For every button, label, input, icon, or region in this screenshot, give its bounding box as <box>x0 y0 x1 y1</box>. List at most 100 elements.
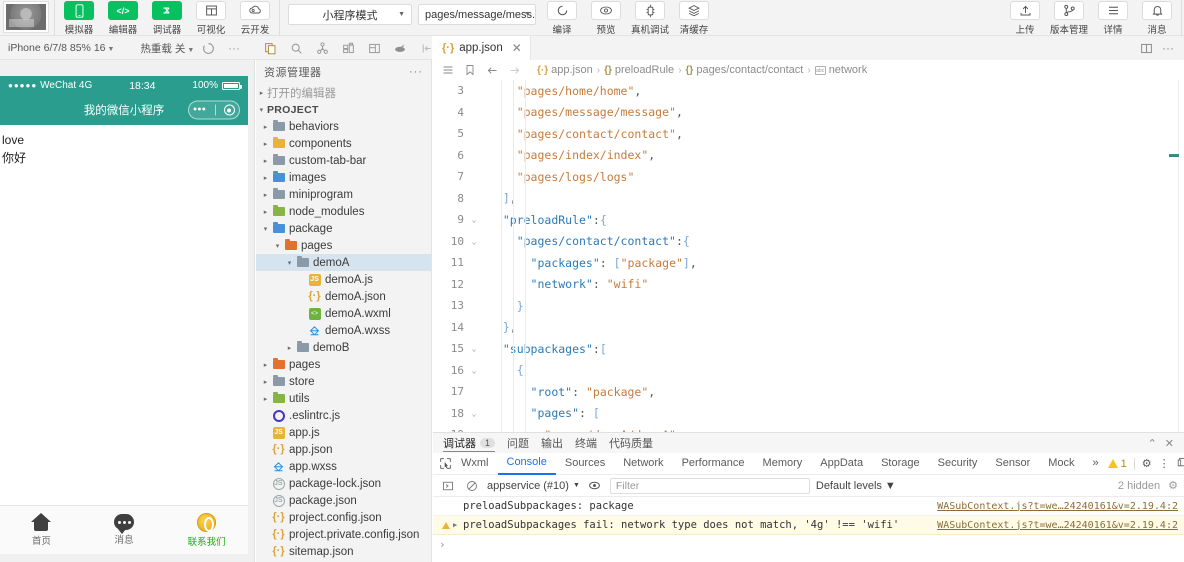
close-icon[interactable]: ✕ <box>512 41 522 55</box>
tree-item-app-json[interactable]: ▸{·}app.json <box>256 441 431 458</box>
debugger-tab-输出[interactable]: 输出 <box>541 435 563 451</box>
tree-item-demoA-wxss[interactable]: ▸⎒demoA.wxss <box>256 322 431 339</box>
tree-item-pages[interactable]: ▸ pages <box>256 356 431 373</box>
code-line[interactable]: 18 ⌄ "pages": [ <box>433 403 1184 425</box>
copy-icon[interactable] <box>258 37 282 59</box>
tree-item-pages[interactable]: ▾ pages <box>256 237 431 254</box>
code-line[interactable]: 14 }, <box>433 317 1184 339</box>
capsule-button[interactable]: ••• <box>188 100 240 120</box>
target-icon[interactable] <box>223 104 235 116</box>
search-icon[interactable] <box>284 37 308 59</box>
devtools-tab-mock[interactable]: Mock <box>1039 453 1083 474</box>
code-line[interactable]: 6 "pages/index/index", <box>433 145 1184 167</box>
forward-icon[interactable] <box>505 61 523 79</box>
console-prompt[interactable]: › <box>433 535 1184 553</box>
expand-arrow-icon[interactable]: ▶ <box>453 521 463 529</box>
breadcrumb-item-network[interactable]: abc network <box>814 64 867 76</box>
phone-tab-联系我们[interactable]: 联系我们 <box>165 512 248 548</box>
user-avatar-wrap[interactable] <box>0 0 52 36</box>
tree-item-custom-tab-bar[interactable]: ▸ custom-tab-bar <box>256 152 431 169</box>
tree-item-node-modules[interactable]: ▸ node_modules <box>256 203 431 220</box>
toolbar-button-版本管理[interactable]: 版本管理 <box>1047 0 1091 36</box>
split-editor-icon[interactable] <box>1136 38 1156 58</box>
chevron-right-icon[interactable]: ▸ <box>260 157 271 165</box>
console-log-row[interactable]: ▶ preloadSubpackages fail: network type d… <box>433 516 1184 535</box>
devtools-tab-security[interactable]: Security <box>929 453 987 474</box>
code-lines-area[interactable]: 3 "pages/home/home", 4 "pages/message/mes… <box>433 80 1184 432</box>
breadcrumb-item-pages-contact-contact[interactable]: {} pages/contact/contact <box>686 64 804 76</box>
tree-item-project-private-config-json[interactable]: ▸{·}project.private.config.json <box>256 526 431 543</box>
page-path-select[interactable]: pages/message/mess... ▼ <box>418 4 536 25</box>
chevron-right-icon[interactable]: ▸ <box>260 395 271 403</box>
tree-item-components[interactable]: ▸ components <box>256 135 431 152</box>
devtools-tab-sources[interactable]: Sources <box>556 453 614 474</box>
devtools-overflow[interactable]: » <box>1084 453 1108 474</box>
chevron-down-icon[interactable]: ▾ <box>260 225 271 233</box>
device-select[interactable]: iPhone 6/7/8 85% 16 ▼ <box>4 42 118 54</box>
tree-item-utils[interactable]: ▸ utils <box>256 390 431 407</box>
devtools-tab-memory[interactable]: Memory <box>754 453 812 474</box>
code-line[interactable]: 19 "pages/demoA/demoA" <box>433 424 1184 432</box>
devtools-tab-storage[interactable]: Storage <box>872 453 929 474</box>
phone-tab-消息[interactable]: 消息 <box>83 514 166 546</box>
console-levels-select[interactable]: Default levels ▼ <box>816 480 896 492</box>
refresh-icon[interactable] <box>196 37 220 59</box>
chevron-right-icon[interactable]: ▸ <box>260 174 271 182</box>
toolbar-button-清缓存[interactable]: 清缓存 <box>672 0 716 36</box>
tree-item-demoA-wxml[interactable]: ▸<>demoA.wxml <box>256 305 431 322</box>
chevron-right-icon[interactable]: ▸ <box>260 378 271 386</box>
chevron-down-icon[interactable]: ▾ <box>284 259 295 267</box>
back-icon[interactable] <box>483 61 501 79</box>
tree-item-images[interactable]: ▸ images <box>256 169 431 186</box>
code-line[interactable]: 10 ⌄ "pages/contact/contact":{ <box>433 231 1184 253</box>
clear-console-icon[interactable] <box>463 477 481 495</box>
fold-toggle-icon[interactable]: ⌄ <box>467 237 481 246</box>
scissors-icon[interactable] <box>310 37 334 59</box>
code-line[interactable]: 3 "pages/home/home", <box>433 80 1184 102</box>
chevron-right-icon[interactable]: ▸ <box>260 191 271 199</box>
bookmark-icon[interactable] <box>461 61 479 79</box>
toolbar-button-真机调试[interactable]: 真机调试 <box>628 0 672 36</box>
kebab-icon[interactable]: ⋮ <box>1159 457 1170 470</box>
debugger-tab-调试器[interactable]: 调试器 1 <box>443 435 496 452</box>
toolbar-button-云开发[interactable]: 云开发 <box>233 0 277 36</box>
more-icon[interactable]: ··· <box>1158 38 1178 58</box>
tree-item-demoB[interactable]: ▸ demoB <box>256 339 431 356</box>
toolbar-button-可视化[interactable]: 可视化 <box>189 0 233 36</box>
outline-icon[interactable] <box>439 61 457 79</box>
code-line[interactable]: 17 "root": "package", <box>433 381 1184 403</box>
code-line[interactable]: 9 ⌄ "preloadRule":{ <box>433 209 1184 231</box>
dock-icon[interactable] <box>1177 456 1184 472</box>
more-icon[interactable]: ··· <box>222 37 246 59</box>
tree-item-behaviors[interactable]: ▸ behaviors <box>256 118 431 135</box>
toolbar-button-模拟器[interactable]: 模拟器 <box>57 0 101 36</box>
breadcrumb-item-app-json[interactable]: {·} app.json <box>537 64 593 76</box>
open-editors-section[interactable]: ▸ 打开的编辑器 <box>256 84 431 101</box>
chevron-right-icon[interactable]: ▸ <box>284 344 295 352</box>
window-icon[interactable] <box>362 37 386 59</box>
editor-tab-app-json[interactable]: {·} app.json ✕ <box>432 36 531 60</box>
console-log-row[interactable]: preloadSubpackages: package WASubContext.… <box>433 497 1184 516</box>
devtools-tab-sensor[interactable]: Sensor <box>986 453 1039 474</box>
tree-item-package-json[interactable]: ▸JSpackage.json <box>256 492 431 509</box>
grid-icon[interactable] <box>336 37 360 59</box>
devtools-tab-wxml[interactable]: Wxml <box>452 453 498 474</box>
collapse-icon[interactable]: ⌃ <box>1148 437 1157 450</box>
debugger-tab-终端[interactable]: 终端 <box>575 435 597 451</box>
code-line[interactable]: 15 ⌄ "subpackages":[ <box>433 338 1184 360</box>
pointer-icon[interactable] <box>388 37 412 59</box>
eye-icon[interactable] <box>586 477 604 495</box>
chevron-right-icon[interactable]: ▸ <box>260 361 271 369</box>
fold-toggle-icon[interactable]: ⌄ <box>467 215 481 224</box>
inspect-element-icon[interactable] <box>439 457 452 470</box>
code-line[interactable]: 5 "pages/contact/contact", <box>433 123 1184 145</box>
code-line[interactable]: 8 ], <box>433 188 1184 210</box>
console-log-source[interactable]: WASubContext.js?t=we…24240161&v=2.19.4:2 <box>937 520 1178 531</box>
code-line[interactable]: 4 "pages/message/message", <box>433 102 1184 124</box>
tree-item-store[interactable]: ▸ store <box>256 373 431 390</box>
code-line[interactable]: 11 "packages": ["package"], <box>433 252 1184 274</box>
breadcrumb-item-preloadRule[interactable]: {} preloadRule <box>604 64 674 76</box>
console-log-source[interactable]: WASubContext.js?t=we…24240161&v=2.19.4:2 <box>937 501 1178 512</box>
gear-icon[interactable]: ⚙ <box>1142 457 1152 470</box>
toolbar-button-消息[interactable]: 消息 <box>1135 0 1179 36</box>
